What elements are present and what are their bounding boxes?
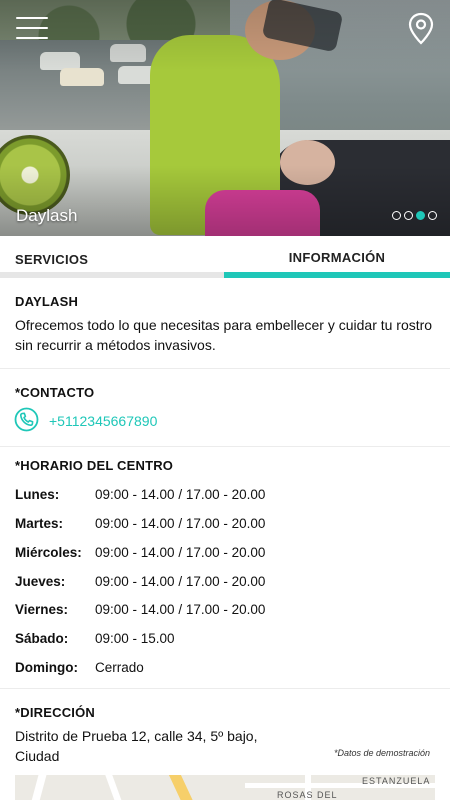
address-section: *DIRECCIÓN Distrito de Prueba 12, calle …: [0, 689, 450, 800]
hours-day: Lunes:: [15, 487, 60, 502]
carousel-dot-active[interactable]: [416, 211, 425, 220]
phone-icon[interactable]: [14, 407, 39, 432]
address-text: Distrito de Prueba 12, calle 34, 5º bajo…: [15, 728, 258, 764]
tab-bar: SERVICIOS INFORMACIÓN: [0, 236, 450, 278]
hours-time: 09:00 - 14.00 / 17.00 - 20.00: [95, 574, 266, 589]
hours-row: Lunes: 09:00 - 14.00 / 17.00 - 20.00: [15, 487, 435, 507]
address-heading: *DIRECCIÓN: [15, 705, 96, 720]
hours-row: Viernes: 09:00 - 14.00 / 17.00 - 20.00: [15, 602, 435, 622]
carousel-dot[interactable]: [392, 211, 401, 220]
map-main-road: [168, 775, 194, 800]
demo-data-note: *Datos de demostración: [334, 748, 431, 758]
hours-row: Martes: 09:00 - 14.00 / 17.00 - 20.00: [15, 516, 435, 536]
hero-banner[interactable]: Daylash: [0, 0, 450, 236]
map-road: [105, 775, 122, 800]
contact-heading: *CONTACTO: [15, 385, 95, 400]
hours-section: *HORARIO DEL CENTRO Lunes: 09:00 - 14.00…: [0, 447, 450, 689]
hero-title: Daylash: [16, 206, 78, 225]
contact-section: *CONTACTO +5112345667890: [0, 369, 450, 447]
hours-time: 09:00 - 14.00 / 17.00 - 20.00: [95, 516, 266, 531]
carousel-dot[interactable]: [404, 211, 413, 220]
location-pin-icon[interactable]: [407, 12, 435, 46]
hours-day: Viernes:: [15, 602, 69, 617]
hours-row: Domingo: Cerrado: [15, 660, 435, 680]
hours-time: Cerrado: [95, 660, 144, 675]
phone-link[interactable]: +5112345667890: [49, 413, 157, 429]
map-label: ESTANZUELA: [362, 776, 431, 786]
location-map[interactable]: ESTANZUELA ROSAS DEL: [15, 775, 435, 800]
hours-row: Jueves: 09:00 - 14.00 / 17.00 - 20.00: [15, 574, 435, 594]
carousel-dot[interactable]: [428, 211, 437, 220]
hours-day: Jueves:: [15, 574, 66, 589]
hours-time: 09:00 - 15.00: [95, 631, 175, 646]
business-description: Ofrecemos todo lo que necesitas para emb…: [15, 317, 433, 353]
hours-row: Sábado: 09:00 - 15.00: [15, 631, 435, 651]
hours-heading: *HORARIO DEL CENTRO: [15, 458, 174, 473]
description-section: DAYLASH Ofrecemos todo lo que necesitas …: [0, 278, 450, 369]
hours-day: Miércoles:: [15, 545, 82, 560]
carousel-dots[interactable]: [392, 211, 437, 220]
hours-day: Martes:: [15, 516, 64, 531]
hours-day: Sábado:: [15, 631, 69, 646]
hours-day: Domingo:: [15, 660, 78, 675]
hours-time: 09:00 - 14.00 / 17.00 - 20.00: [95, 602, 266, 617]
hours-row: Miércoles: 09:00 - 14.00 / 17.00 - 20.00: [15, 545, 435, 565]
hero-shade: [0, 0, 450, 236]
business-name-heading: DAYLASH: [15, 294, 79, 309]
hours-time: 09:00 - 14.00 / 17.00 - 20.00: [95, 487, 266, 502]
hamburger-menu-icon[interactable]: [16, 17, 48, 39]
hours-time: 09:00 - 14.00 / 17.00 - 20.00: [95, 545, 266, 560]
map-label: ROSAS DEL: [277, 790, 338, 800]
map-road: [31, 775, 47, 800]
